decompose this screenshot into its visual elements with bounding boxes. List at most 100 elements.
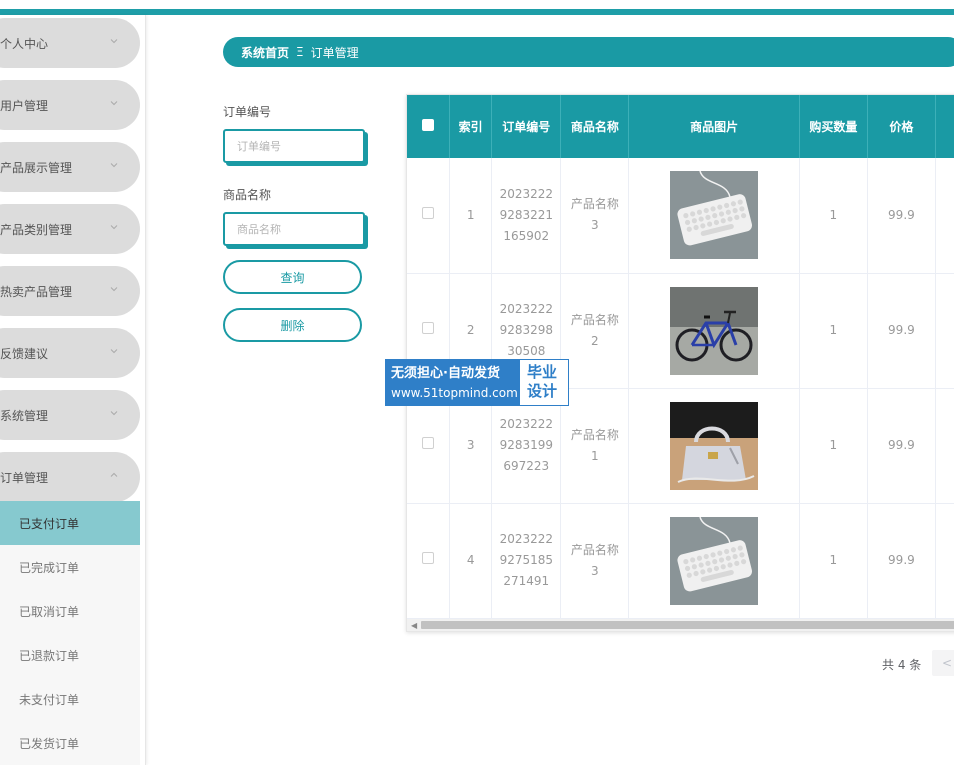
row-checkbox[interactable] (422, 206, 435, 219)
menu-item-label: 热卖产品管理 (0, 284, 73, 299)
product-name-line: 2 (591, 333, 599, 348)
header-order-no: 订单编号 (491, 95, 562, 158)
delete-button[interactable]: 删除 (223, 308, 362, 342)
order-no-line: 9283221 (499, 207, 554, 222)
product-name-cell: 产品名称 3 (560, 503, 630, 619)
product-name-line: 产品名称 (570, 197, 619, 212)
order-no-line: 271491 (503, 574, 550, 588)
sidebar: 个人中心 用户管理 产品展示管理 产品类别管理 热卖产品管理 反馈建议 系统管理… (0, 15, 146, 765)
product-name-line: 产品名称 (570, 312, 619, 327)
submenu-item-completed-orders[interactable]: 已完成订单 (0, 545, 140, 589)
submenu-item-refunded-orders[interactable]: 已退款订单 (0, 633, 140, 677)
row-checkbox[interactable] (422, 437, 435, 449)
watermark-right: 毕业 设计 (520, 360, 568, 405)
query-button[interactable]: 查询 (223, 260, 362, 294)
submenu-item-label: 已退款订单 (19, 648, 80, 663)
order-no-line: 697223 (503, 459, 550, 473)
menu-item-label: 订单管理 (0, 470, 49, 485)
order-no-label: 订单编号 (223, 105, 272, 119)
index-cell: 1 (449, 158, 493, 274)
chevron-down-icon (110, 101, 118, 106)
row-select-cell[interactable] (407, 158, 451, 274)
watermark-right-line2: 设计 (527, 382, 558, 400)
scrollbar-thumb[interactable] (421, 621, 954, 629)
watermark-line1: 无须担心·自动发货 (391, 366, 500, 381)
menu-item-system-management[interactable]: 系统管理 (0, 390, 140, 440)
product-image-cell (628, 158, 800, 274)
menu-item-label: 系统管理 (0, 408, 49, 423)
menu-item-product-display[interactable]: 产品展示管理 (0, 142, 140, 192)
chevron-down-icon (110, 411, 118, 416)
order-no-line: 9283199 (499, 438, 554, 452)
overflow-cell (935, 158, 954, 274)
submenu-item-unpaid-orders[interactable]: 未支付订单 (0, 677, 140, 721)
price-cell: 99.9 (867, 158, 937, 274)
row-checkbox[interactable] (422, 552, 435, 564)
row-select-cell[interactable] (407, 503, 451, 619)
select-all-header[interactable] (407, 95, 451, 158)
breadcrumb: 系统首页 Ξ 订单管理 (223, 37, 954, 67)
product-name-line: 3 (591, 218, 599, 233)
header-index: 索引 (449, 95, 493, 158)
product-name-cell: 产品名称 3 (560, 158, 630, 274)
product-name-cell: 产品名称 1 (560, 388, 630, 504)
product-name-line: 产品名称 (570, 427, 619, 442)
select-all-checkbox[interactable] (422, 119, 435, 131)
scroll-left-icon[interactable]: ◀ (411, 621, 417, 630)
price-cell: 99.9 (867, 503, 937, 619)
order-no-line: 9283298 (499, 323, 554, 337)
header-product-name: 商品名称 (560, 95, 630, 158)
breadcrumb-home[interactable]: 系统首页 (241, 44, 289, 61)
submenu-item-label: 未支付订单 (19, 692, 80, 707)
bicycle-image[interactable] (670, 286, 759, 375)
price-cell: 99.9 (867, 388, 937, 504)
row-checkbox[interactable] (422, 322, 435, 334)
index-cell: 4 (449, 503, 493, 619)
handbag-image[interactable] (670, 401, 759, 490)
submenu-item-label: 已发货订单 (19, 736, 80, 751)
chevron-down-icon (110, 39, 118, 44)
breadcrumb-current: 订单管理 (310, 45, 359, 60)
menu-item-product-category[interactable]: 产品类别管理 (0, 204, 140, 254)
product-name-line: 1 (591, 448, 599, 463)
order-no-line: 2023222 (499, 302, 554, 316)
table-header-row: 索引 订单编号 商品名称 商品图片 购买数量 价格 (407, 95, 954, 158)
header-price: 价格 (867, 95, 937, 158)
menu-item-order-management[interactable]: 订单管理 (0, 452, 140, 502)
chevron-down-icon (110, 225, 118, 230)
submenu-item-shipped-orders[interactable]: 已发货订单 (0, 721, 140, 765)
pagination-total: 共 4 条 (882, 658, 922, 672)
watermark-left: 无须担心·自动发货 www.51topmind.com (386, 360, 520, 405)
menu-item-hot-products[interactable]: 热卖产品管理 (0, 266, 140, 316)
overflow-cell (935, 503, 954, 619)
menu-item-personal-center[interactable]: 个人中心 (0, 18, 140, 68)
product-name-line: 产品名称 (570, 542, 619, 557)
chevron-down-icon (110, 349, 118, 354)
chevron-down-icon (110, 287, 118, 292)
watermark-right-line1: 毕业 (527, 363, 558, 381)
menu-item-label: 产品类别管理 (0, 222, 73, 237)
product-name-input[interactable] (223, 212, 365, 246)
prev-page-button[interactable]: < (932, 650, 954, 676)
menu-item-feedback[interactable]: 反馈建议 (0, 328, 140, 378)
horizontal-scrollbar[interactable]: ◀ (407, 619, 954, 631)
product-image-cell (628, 273, 800, 389)
order-no-input[interactable] (223, 129, 365, 163)
order-no-line: 2023222 (499, 186, 554, 201)
header-product-image: 商品图片 (628, 95, 800, 158)
header-overflow (935, 95, 954, 158)
product-name-line: 3 (591, 563, 599, 578)
keyboard-image[interactable] (670, 516, 759, 605)
order-no-line: 2023222 (499, 417, 554, 431)
keyboard-image[interactable] (670, 171, 759, 260)
menu-item-label: 用户管理 (0, 98, 49, 113)
order-no-line: 9275185 (499, 553, 554, 567)
price-cell: 99.9 (867, 273, 937, 389)
order-no-line: 2023222 (499, 532, 554, 546)
submenu-item-paid-orders[interactable]: 已支付订单 (0, 501, 140, 545)
watermark-badge: 无须担心·自动发货 www.51topmind.com 毕业 设计 (385, 359, 569, 406)
menu-item-user-management[interactable]: 用户管理 (0, 80, 140, 130)
submenu-item-cancelled-orders[interactable]: 已取消订单 (0, 589, 140, 633)
watermark-line2: www.51topmind.com (391, 386, 518, 400)
chevron-up-icon (110, 472, 118, 477)
